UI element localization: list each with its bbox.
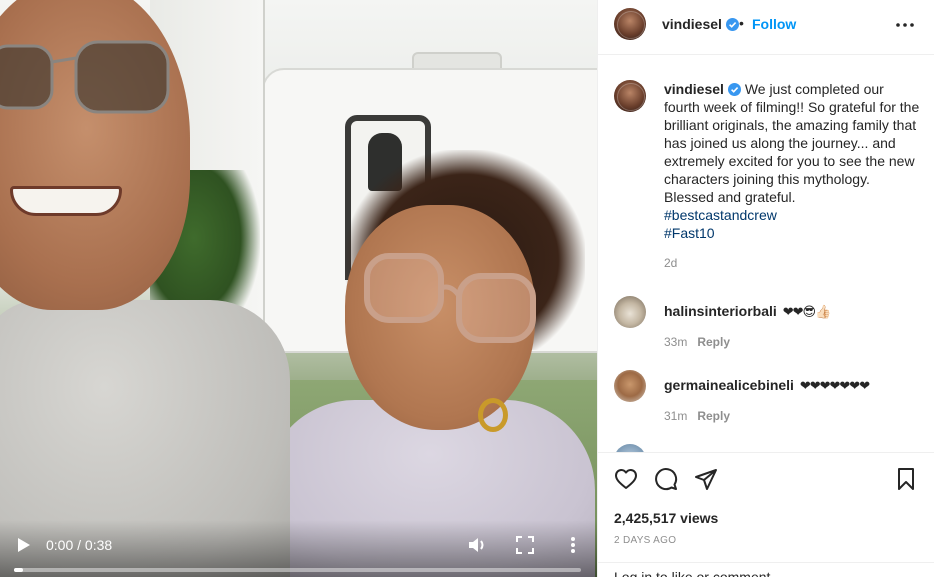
comment-timestamp: 33m (664, 335, 688, 349)
comments-section[interactable]: vindiesel We just completed our fourth w… (598, 56, 934, 452)
fullscreen-icon[interactable] (514, 534, 536, 556)
caption-timestamp: 2d (664, 256, 678, 270)
more-vertical-icon[interactable] (562, 534, 584, 556)
more-horizontal-icon[interactable] (894, 14, 916, 36)
view-count[interactable]: 2,425,517 views (614, 510, 718, 526)
comment-text-row: halinsinteriorbali ❤❤😎👍🏻 (664, 303, 914, 320)
comment-body: ❤❤❤❤❤❤❤ (799, 378, 870, 393)
hashtag-link[interactable]: #Fast10 (664, 224, 920, 242)
video-man-sunglasses (0, 40, 170, 114)
header-username[interactable]: vindiesel (662, 16, 722, 32)
avatar[interactable] (614, 370, 646, 402)
video-woman-glasses (364, 253, 536, 343)
comment-meta: 33m Reply (664, 335, 730, 349)
bookmark-icon[interactable] (894, 467, 918, 491)
comment-timestamp: 31m (664, 409, 688, 423)
post-header: vindiesel • Follow (598, 0, 934, 55)
comment-icon[interactable] (654, 467, 678, 491)
avatar[interactable] (614, 296, 646, 328)
comment-item-partial (598, 444, 934, 452)
video-time: 0:00 / 0:38 (46, 537, 113, 553)
follow-button[interactable]: Follow (752, 16, 796, 32)
login-bar: Log in to like or comment. (598, 562, 934, 577)
header-username-row: vindiesel (662, 16, 739, 34)
login-link[interactable]: Log in to like or comment. (614, 569, 774, 577)
verified-badge-icon (725, 18, 739, 31)
caption-text: We just completed our fourth week of fil… (664, 81, 920, 205)
verified-badge-icon (727, 83, 741, 96)
action-bar (598, 452, 934, 508)
comment-item: halinsinteriorbali ❤❤😎👍🏻 33m Reply (598, 296, 934, 366)
video-controls: 0:00 / 0:38 (0, 520, 597, 577)
video-progress-bar[interactable] (14, 568, 581, 572)
video-progress-fill (14, 568, 23, 572)
caption-avatar[interactable] (614, 80, 646, 112)
share-icon[interactable] (694, 467, 718, 491)
post-video[interactable]: 0:00 / 0:38 (0, 0, 597, 577)
reply-button[interactable]: Reply (697, 409, 730, 423)
reply-button[interactable]: Reply (697, 335, 730, 349)
avatar[interactable] (614, 8, 646, 40)
comment-item: germainealicebineli ❤❤❤❤❤❤❤ 31m Reply (598, 370, 934, 440)
comment-text-row: germainealicebineli ❤❤❤❤❤❤❤ (664, 377, 914, 394)
caption: vindiesel We just completed our fourth w… (664, 80, 920, 242)
play-icon[interactable] (14, 536, 32, 554)
volume-icon[interactable] (466, 534, 488, 556)
video-earring (478, 398, 508, 432)
comment-meta: 31m Reply (664, 409, 730, 423)
post-side-panel: vindiesel • Follow vindiesel We just com… (597, 0, 934, 577)
heart-icon[interactable] (614, 467, 638, 491)
post-date: 2 DAYS AGO (614, 535, 677, 546)
separator-dot: • (739, 15, 744, 31)
hashtag-link[interactable]: #bestcastandcrew (664, 206, 920, 224)
avatar[interactable] (614, 444, 646, 452)
comment-body: ❤❤😎👍🏻 (782, 304, 832, 319)
comment-username[interactable]: germainealicebineli (664, 377, 794, 393)
video-man-smile (10, 186, 122, 216)
caption-username[interactable]: vindiesel (664, 81, 724, 97)
comment-username[interactable]: halinsinteriorbali (664, 303, 777, 319)
